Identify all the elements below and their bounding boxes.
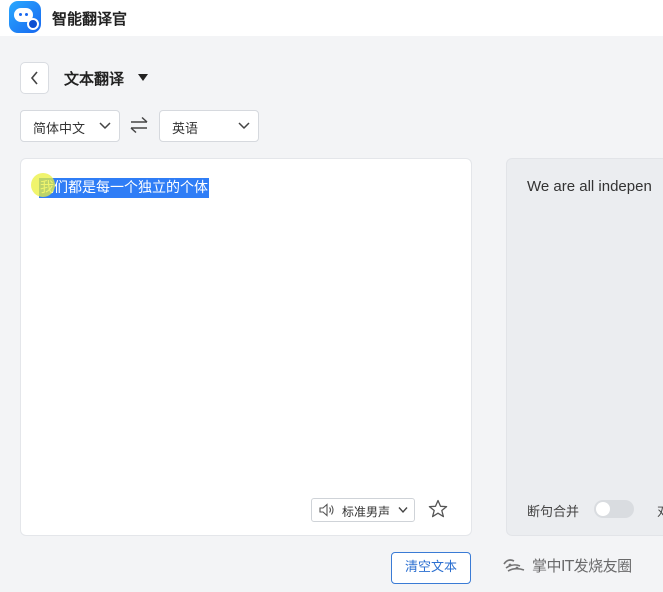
cursor-highlight [31,173,55,197]
chevron-down-icon [238,122,250,130]
source-text-selected[interactable]: 我们都是每一个独立的个体 [39,178,209,198]
chevron-down-icon [398,507,408,514]
voice-label: 标准男声 [342,505,391,519]
caret-down-icon[interactable] [138,74,148,81]
merge-sentences-label: 断句合并 [527,505,580,520]
mode-title[interactable]: 文本翻译 [64,68,124,89]
target-language-label: 英语 [172,122,199,137]
merge-sentences-toggle[interactable] [594,500,634,518]
back-button[interactable] [20,62,49,94]
star-icon[interactable] [428,499,448,519]
chevron-down-icon [99,122,111,130]
swap-languages-icon[interactable] [129,116,149,134]
toggle-knob [596,502,610,516]
translation-result-panel: We are all indepen 断句合并 对 [506,158,663,536]
translation-text: We are all indepen [527,178,652,195]
chevron-left-icon [30,71,38,85]
speaker-icon [319,503,334,517]
clear-text-button[interactable]: 清空文本 [391,552,471,584]
source-language-select[interactable]: 简体中文 [20,110,120,142]
target-language-select[interactable]: 英语 [159,110,259,142]
app-title: 智能翻译官 [52,10,128,28]
watermark-text: 掌中IT发烧友圈 [532,556,632,575]
watermark: 掌中IT发烧友圈 [502,553,632,577]
source-text-area[interactable]: 我们都是每一个独立的个体 标准男声 [20,158,472,536]
app-logo-icon [9,1,41,33]
voice-select[interactable]: 标准男声 [311,498,415,522]
source-language-label: 简体中文 [33,122,86,137]
title-bar: 智能翻译官 [0,0,663,36]
wechat-logo-icon [503,559,525,572]
target-option-label: 对 [657,501,663,520]
